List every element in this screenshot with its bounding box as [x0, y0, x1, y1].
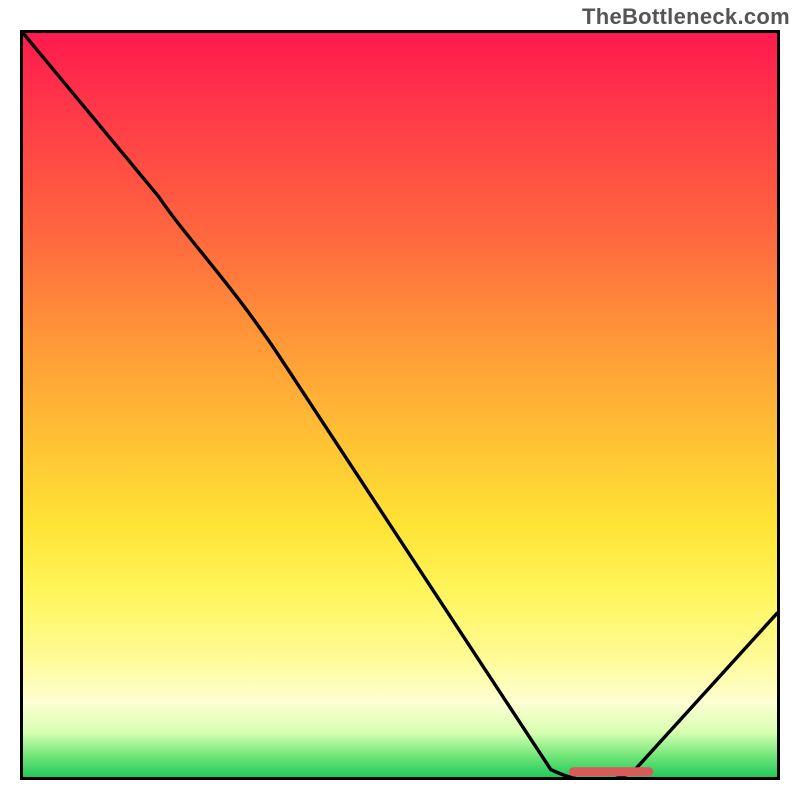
chart-stage: TheBottleneck.com — [0, 0, 800, 800]
curve-path — [23, 33, 777, 777]
plot-frame — [20, 30, 780, 780]
bottleneck-curve — [23, 33, 777, 777]
watermark-text: TheBottleneck.com — [582, 4, 790, 30]
